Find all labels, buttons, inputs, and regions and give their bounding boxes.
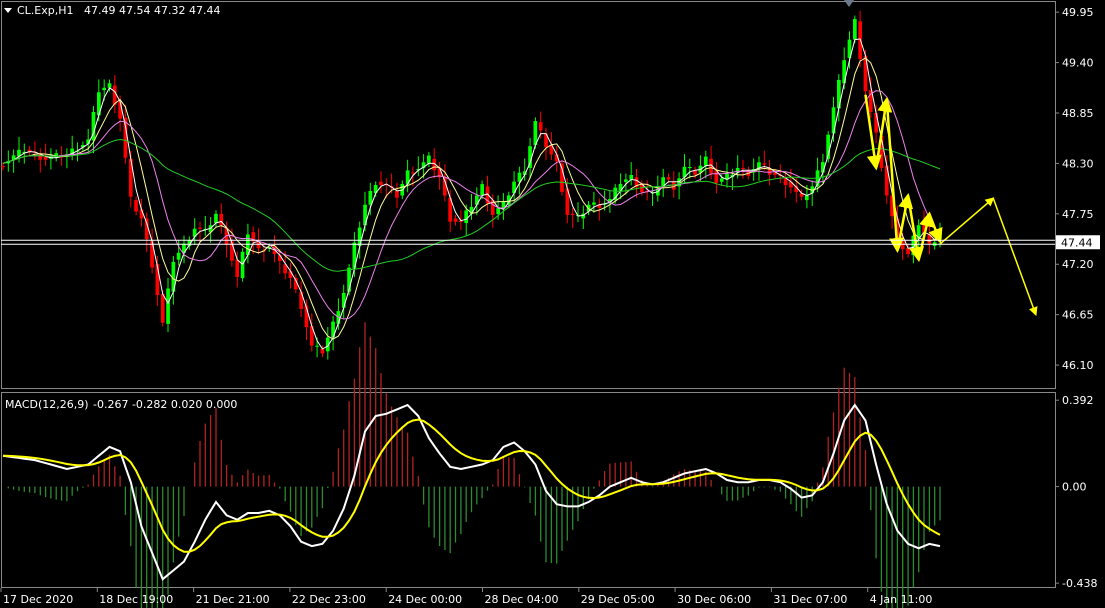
candle-body <box>427 155 431 164</box>
time-tick-label: 4 Jan 11:00 <box>870 593 933 606</box>
price-tick-label: 47.20 <box>1062 258 1094 271</box>
candle-body <box>906 248 910 254</box>
macd-values: -0.267 -0.282 0.020 0.000 <box>93 398 237 411</box>
candle-body <box>592 202 596 205</box>
candle-body <box>570 213 575 215</box>
candle-body <box>341 292 346 308</box>
candle-body <box>134 200 138 212</box>
candle-body <box>741 168 745 169</box>
time-tick-label: 21 Dec 21:00 <box>196 593 270 606</box>
candle-body <box>629 175 634 180</box>
candle-body <box>1 166 5 168</box>
candle-body <box>368 191 373 205</box>
macd-tick-label: 0.392 <box>1062 394 1094 407</box>
candle-body <box>687 167 692 168</box>
chart-background <box>0 0 1105 608</box>
candle-body <box>900 241 905 250</box>
time-tick-label: 30 Dec 06:00 <box>677 593 751 606</box>
candle-body <box>102 87 106 91</box>
time-tick-label: 18 Dec 19:00 <box>99 593 173 606</box>
candle-body <box>379 181 383 186</box>
candle-body <box>315 345 319 347</box>
symbol-label: CL.Exp,H1 <box>17 4 74 17</box>
candle-body <box>176 252 181 260</box>
price-tick-label: 46.65 <box>1062 309 1094 322</box>
candle-body <box>464 210 468 223</box>
candle-body <box>853 19 857 40</box>
candle-body <box>496 208 500 214</box>
candle-body <box>107 83 112 88</box>
price-tick-label: 48.85 <box>1062 107 1094 120</box>
candle-body <box>411 172 415 174</box>
price-tick-label: 47.75 <box>1062 208 1094 221</box>
candle-body <box>874 113 878 133</box>
candle-body <box>235 259 240 277</box>
candle-body <box>719 178 724 182</box>
candle-body <box>762 163 767 165</box>
price-tick-label: 48.30 <box>1062 157 1094 170</box>
time-tick-label: 29 Dec 05:00 <box>581 593 655 606</box>
candle-body <box>453 218 458 222</box>
candle-body <box>703 156 708 166</box>
macd-label: MACD(12,26,9) <box>5 398 89 411</box>
candle-body <box>395 190 399 198</box>
time-tick-label: 31 Dec 07:00 <box>773 593 847 606</box>
time-tick-label: 17 Dec 2020 <box>3 593 73 606</box>
candle-body <box>123 117 128 158</box>
ohlc-values: 47.49 47.54 47.32 47.44 <box>84 4 220 17</box>
candle-body <box>288 271 293 278</box>
candle-body <box>166 288 170 324</box>
macd-tick-label: 0.00 <box>1062 481 1087 494</box>
candle-body <box>624 179 628 182</box>
candle-body <box>112 85 117 105</box>
current-price-label: 47.44 <box>1061 236 1093 249</box>
price-tick-label: 49.95 <box>1062 6 1094 19</box>
time-tick-label: 22 Dec 23:00 <box>292 593 366 606</box>
candle-body <box>538 122 543 131</box>
candle-body <box>666 177 671 180</box>
candle-body <box>480 184 484 196</box>
price-tick-label: 49.40 <box>1062 57 1094 70</box>
candle-body <box>160 294 165 323</box>
candle-body <box>831 107 836 134</box>
time-tick-label: 28 Dec 04:00 <box>485 593 559 606</box>
time-tick-label: 24 Dec 00:00 <box>388 593 462 606</box>
candle-body <box>198 227 202 229</box>
candle-body <box>320 349 325 354</box>
candle-body <box>214 213 218 223</box>
macd-tick-label: -0.438 <box>1062 577 1097 590</box>
candle-body <box>805 195 809 201</box>
trading-chart[interactable]: 49.95 49.40 48.85 48.30 47.75 47.20 46.65 46.10… <box>0 0 1105 608</box>
price-tick-label: 46.10 <box>1062 359 1094 372</box>
